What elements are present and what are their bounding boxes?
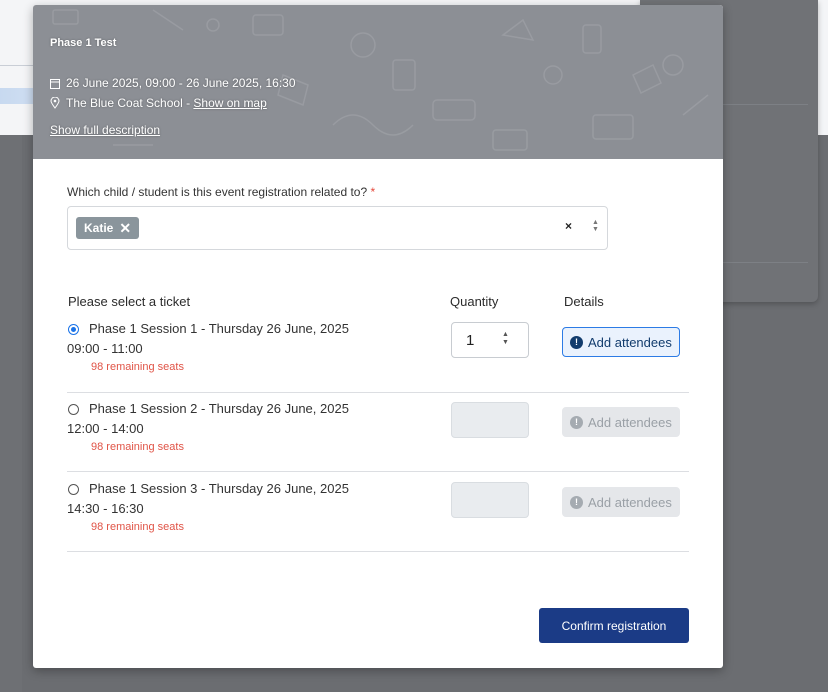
event-location-text: The Blue Coat School - <box>66 96 194 110</box>
ticket-name: Phase 1 Session 2 - Thursday 26 June, 20… <box>89 401 349 416</box>
clear-selection-icon[interactable]: × <box>565 219 572 233</box>
close-icon[interactable]: ✕ <box>119 220 131 237</box>
ticket-name: Phase 1 Session 3 - Thursday 26 June, 20… <box>89 481 349 496</box>
chip-label: Katie <box>84 221 114 235</box>
chevron-updown-icon[interactable]: ▲ ▼ <box>592 219 599 233</box>
ticket-time: 14:30 - 16:30 <box>67 501 144 516</box>
event-date: 26 June 2025, 09:00 - 26 June 2025, 16:3… <box>50 76 296 90</box>
event-date-text: 26 June 2025, 09:00 - 26 June 2025, 16:3… <box>66 76 296 90</box>
ticket-radio-session-3[interactable] <box>68 484 79 495</box>
location-pin-icon <box>50 97 60 109</box>
info-icon: ! <box>570 415 583 429</box>
ticket-column-header: Please select a ticket <box>68 294 191 309</box>
confirm-registration-button[interactable]: Confirm registration <box>539 608 689 643</box>
ticket-row: Phase 1 Session 2 - Thursday 26 June, 20… <box>67 399 689 473</box>
quantity-column-header: Quantity <box>450 294 499 309</box>
row-divider <box>67 392 689 393</box>
ticket-radio-session-1[interactable] <box>68 324 79 335</box>
child-question-label: Which child / student is this event regi… <box>67 185 376 199</box>
ticket-time: 09:00 - 11:00 <box>67 341 143 356</box>
row-divider <box>67 551 689 552</box>
show-full-description-link[interactable]: Show full description <box>50 123 160 137</box>
add-attendees-button[interactable]: ! Add attendees <box>562 327 680 357</box>
calendar-icon <box>50 78 60 89</box>
quantity-input-disabled <box>451 402 529 438</box>
required-mark: * <box>370 185 376 199</box>
quantity-value: 1 <box>466 332 475 349</box>
show-on-map-link[interactable]: Show on map <box>193 96 266 110</box>
registration-modal: Phase 1 Test 26 June 2025, 09:00 - 26 Ju… <box>33 5 723 668</box>
ticket-time: 12:00 - 14:00 <box>67 421 144 436</box>
stepper-arrows-icon[interactable]: ▲ ▼ <box>502 331 509 347</box>
event-title: Phase 1 Test <box>50 37 117 49</box>
remaining-seats: 98 remaining seats <box>91 361 184 373</box>
event-location: The Blue Coat School - Show on map <box>50 96 267 110</box>
event-banner: Phase 1 Test 26 June 2025, 09:00 - 26 Ju… <box>33 5 723 159</box>
quantity-input-disabled <box>451 482 529 518</box>
remaining-seats: 98 remaining seats <box>91 521 184 533</box>
remaining-seats: 98 remaining seats <box>91 441 184 453</box>
info-icon: ! <box>570 495 583 509</box>
row-divider <box>67 471 689 472</box>
ticket-row: Phase 1 Session 3 - Thursday 26 June, 20… <box>67 479 689 553</box>
add-attendees-button-disabled: ! Add attendees <box>562 407 680 437</box>
ticket-row: Phase 1 Session 1 - Thursday 26 June, 20… <box>67 319 689 393</box>
child-select[interactable]: Katie ✕ × ▲ ▼ <box>67 206 608 250</box>
info-icon: ! <box>570 335 583 349</box>
ticket-radio-session-2[interactable] <box>68 404 79 415</box>
details-column-header: Details <box>564 294 604 309</box>
ticket-name: Phase 1 Session 1 - Thursday 26 June, 20… <box>89 321 349 336</box>
selected-child-chip: Katie ✕ <box>76 217 140 239</box>
add-attendees-button-disabled: ! Add attendees <box>562 487 680 517</box>
background-side <box>0 135 22 692</box>
quantity-stepper[interactable]: 1 ▲ ▼ <box>451 322 529 358</box>
